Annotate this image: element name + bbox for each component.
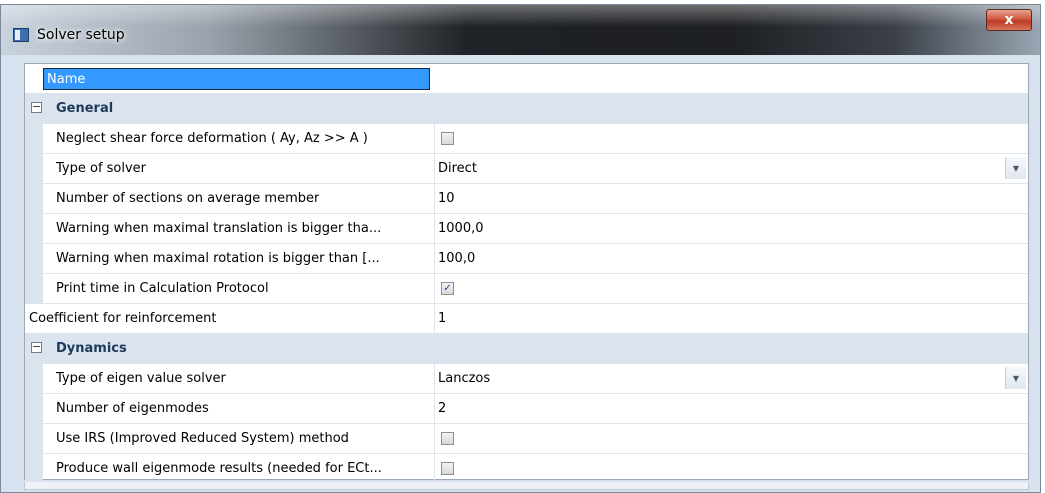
property-value[interactable] bbox=[434, 424, 1028, 453]
type-of-solver-select[interactable]: Direct ▼ bbox=[434, 154, 1028, 183]
collapse-icon[interactable]: − bbox=[31, 341, 42, 353]
close-button[interactable]: x bbox=[986, 9, 1032, 31]
property-label: Type of eigen value solver bbox=[56, 371, 226, 386]
select-value: Direct bbox=[438, 161, 477, 176]
group-dynamics-label: Dynamics bbox=[56, 341, 127, 356]
property-row-irs[interactable]: Use IRS (Improved Reduced System) method bbox=[25, 424, 1028, 454]
property-label: Warning when maximal translation is bigg… bbox=[56, 221, 382, 236]
neglect-shear-checkbox[interactable] bbox=[441, 132, 454, 145]
irs-checkbox[interactable] bbox=[441, 432, 454, 445]
grid-footer-strip bbox=[24, 482, 1029, 490]
title-bar-sheen bbox=[1, 5, 1040, 27]
group-dynamics-row[interactable]: − Dynamics bbox=[25, 334, 1028, 364]
property-row-wall-eigenmode[interactable]: Produce wall eigenmode results (needed f… bbox=[25, 454, 1028, 484]
indent-strip bbox=[25, 454, 43, 483]
app-window-icon bbox=[13, 28, 29, 42]
window-title: Solver setup bbox=[37, 27, 125, 43]
indent-strip bbox=[25, 154, 43, 183]
print-time-checkbox[interactable]: ✓ bbox=[441, 282, 454, 295]
property-row-neglect-shear[interactable]: Neglect shear force deformation ( Ay, Az… bbox=[25, 124, 1028, 154]
indent-strip bbox=[25, 394, 43, 423]
indent-strip bbox=[25, 244, 43, 273]
group-general-label: General bbox=[56, 101, 114, 116]
property-value[interactable] bbox=[434, 454, 1028, 483]
name-column-header[interactable]: Name bbox=[43, 68, 430, 90]
property-label: Use IRS (Improved Reduced System) method bbox=[56, 431, 349, 446]
property-label: Neglect shear force deformation ( Ay, Az… bbox=[56, 131, 368, 146]
property-label: Warning when maximal rotation is bigger … bbox=[56, 251, 380, 266]
property-grid: Name − General Neglect shear force defor… bbox=[24, 63, 1029, 484]
collapse-icon[interactable]: − bbox=[31, 101, 42, 113]
property-row-print-time[interactable]: Print time in Calculation Protocol ✓ bbox=[25, 274, 1028, 304]
property-row-eigenmodes[interactable]: Number of eigenmodes 2 bbox=[25, 394, 1028, 424]
property-label: Type of solver bbox=[56, 161, 147, 176]
solver-setup-window: Solver setup x Name − General Neglect sh… bbox=[0, 4, 1041, 493]
indent-strip bbox=[25, 424, 43, 453]
dropdown-arrow-icon[interactable]: ▼ bbox=[1005, 367, 1026, 389]
eigenmodes-input[interactable]: 2 bbox=[434, 394, 1028, 423]
property-value[interactable] bbox=[434, 124, 1028, 153]
property-row-type-of-solver[interactable]: Type of solver Direct ▼ bbox=[25, 154, 1028, 184]
property-row-coefficient[interactable]: Coefficient for reinforcement 1 bbox=[25, 304, 1028, 334]
indent-strip bbox=[25, 364, 43, 393]
property-label: Coefficient for reinforcement bbox=[29, 311, 217, 326]
select-value: Lanczos bbox=[438, 371, 491, 386]
eigen-solver-select[interactable]: Lanczos ▼ bbox=[434, 364, 1028, 393]
title-bar[interactable]: Solver setup x bbox=[1, 5, 1040, 55]
indent-strip bbox=[25, 274, 43, 303]
property-label: Number of sections on average member bbox=[56, 191, 320, 206]
property-value[interactable]: ✓ bbox=[434, 274, 1028, 303]
property-row-max-rotation[interactable]: Warning when maximal rotation is bigger … bbox=[25, 244, 1028, 274]
property-row-eigen-solver[interactable]: Type of eigen value solver Lanczos ▼ bbox=[25, 364, 1028, 394]
indent-strip bbox=[25, 184, 43, 213]
wall-eigenmode-checkbox[interactable] bbox=[441, 462, 454, 475]
property-label: Number of eigenmodes bbox=[56, 401, 209, 416]
property-row-sections[interactable]: Number of sections on average member 10 bbox=[25, 184, 1028, 214]
dropdown-arrow-icon[interactable]: ▼ bbox=[1005, 157, 1026, 179]
indent-strip bbox=[25, 124, 43, 153]
sections-input[interactable]: 10 bbox=[434, 184, 1028, 213]
group-general-row[interactable]: − General bbox=[25, 94, 1028, 124]
max-translation-input[interactable]: 1000,0 bbox=[434, 214, 1028, 243]
property-row-max-translation[interactable]: Warning when maximal translation is bigg… bbox=[25, 214, 1028, 244]
indent-strip bbox=[25, 214, 43, 243]
grid-header-row: Name bbox=[25, 64, 1028, 94]
coefficient-input[interactable]: 1 bbox=[434, 304, 1028, 333]
property-label: Print time in Calculation Protocol bbox=[56, 281, 269, 296]
property-label: Produce wall eigenmode results (needed f… bbox=[56, 461, 382, 476]
max-rotation-input[interactable]: 100,0 bbox=[434, 244, 1028, 273]
